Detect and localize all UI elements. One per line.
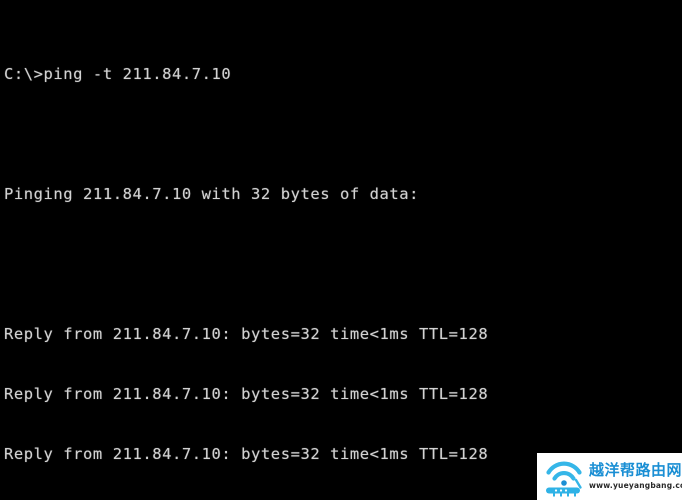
command-prompt-console[interactable]: C:\>ping -t 211.84.7.10 Pinging 211.84.7… [0, 0, 682, 500]
watermark-text-group: 越洋帮路由网 www.yueyangbang.com [589, 463, 682, 490]
wifi-router-icon [546, 461, 582, 496]
console-line-pinging: Pinging 211.84.7.10 with 32 bytes of dat… [4, 185, 420, 203]
console-line-prompt: C:\>ping -t 211.84.7.10 [4, 65, 232, 83]
watermark-url: www.yueyangbang.com [589, 481, 682, 491]
console-line-reply: Reply from 211.84.7.10: bytes=32 time<1m… [4, 325, 489, 343]
console-line-reply: Reply from 211.84.7.10: bytes=32 time<1m… [4, 385, 489, 403]
watermark-title: 越洋帮路由网 [589, 461, 682, 480]
watermark-logo: 越洋帮路由网 www.yueyangbang.com [537, 453, 682, 500]
